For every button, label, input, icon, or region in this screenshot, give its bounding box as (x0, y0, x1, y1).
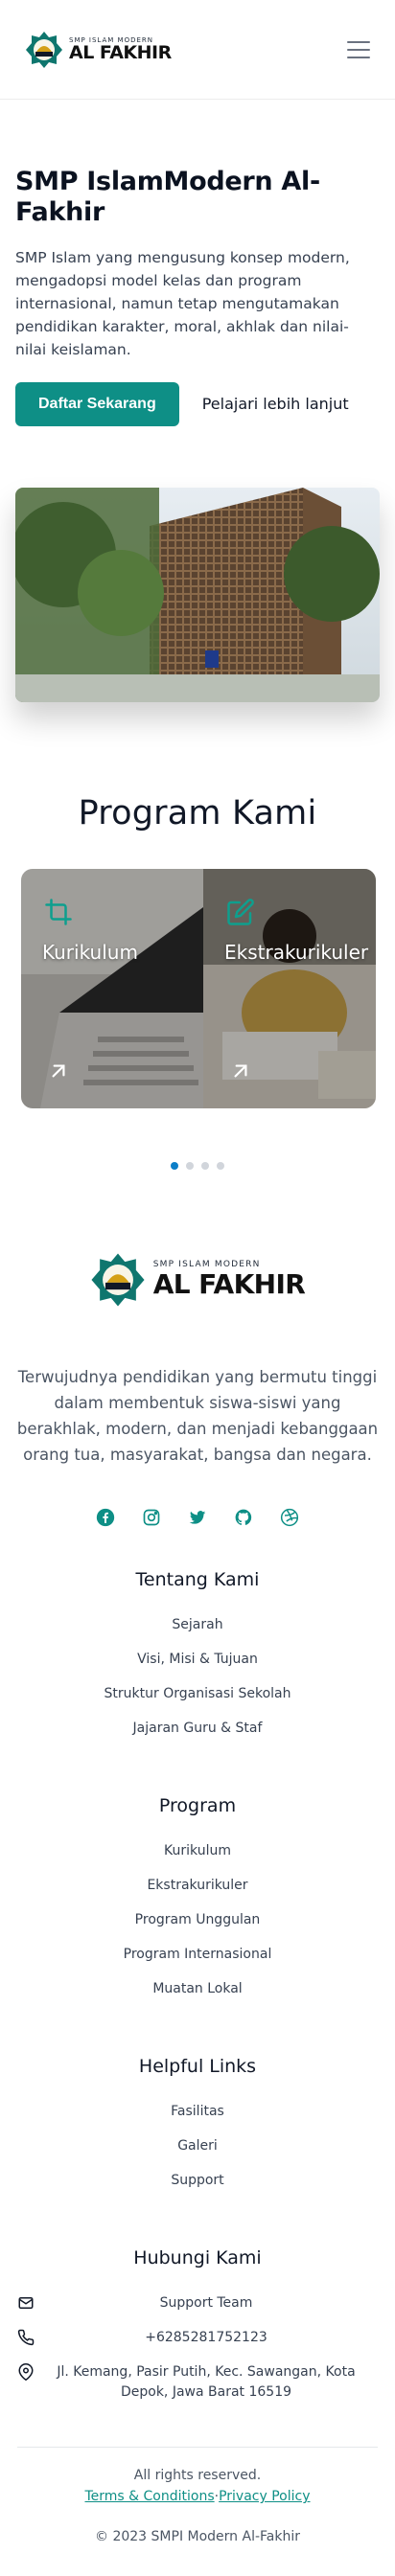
program-card-title: Kurikulum (42, 940, 138, 964)
facebook-icon[interactable] (96, 1508, 115, 1527)
twitter-icon[interactable] (188, 1508, 207, 1527)
contact-email-text: Support Team (159, 2295, 253, 2312)
contact-email[interactable]: Support Team (17, 2293, 378, 2328)
footer-logo[interactable]: SMP ISLAM MODERN AL FAKHIR (0, 1252, 395, 1308)
crop-icon (45, 899, 72, 925)
footer-link-fasilitas[interactable]: Fasilitas (0, 2102, 395, 2136)
contact-address-text: Jl. Kemang, Pasir Putih, Kec. Sawangan, … (57, 2364, 356, 2401)
contact-phone[interactable]: +6285281752123 (17, 2328, 378, 2362)
footer-link-ekstrakurikuler[interactable]: Ekstrakurikuler (0, 1876, 395, 1910)
carousel-dot[interactable] (186, 1161, 194, 1170)
footer-link-muatan-lokal[interactable]: Muatan Lokal (0, 1979, 395, 2014)
program-card-title: Ekstrakurikuler (224, 940, 369, 964)
footer-link-program-unggulan[interactable]: Program Unggulan (0, 1910, 395, 1945)
school-building-photo (15, 487, 380, 702)
mail-icon (18, 2297, 34, 2310)
footer-tagline: Terwujudnya pendidikan yang bermutu ting… (16, 1367, 379, 1464)
footer-section-title: Program (158, 1795, 237, 1817)
instagram-icon[interactable] (142, 1508, 161, 1527)
site-footer: SMP ISLAM MODERN AL FAKHIR Terwujudnya p… (0, 1170, 395, 2576)
phone-icon (17, 2330, 35, 2346)
hero-actions: Daftar Sekarang Pelajari lebih lanjut (15, 381, 380, 426)
hero-title: SMP IslamModern Al-Fakhir (15, 167, 320, 228)
map-pin-icon (18, 2363, 34, 2382)
hero-section: SMP IslamModern Al-Fakhir SMP Islam yang… (0, 100, 395, 426)
rights-text: All rights reserved. (133, 2468, 262, 2484)
carousel-dot[interactable] (171, 1161, 178, 1170)
menu-line (347, 40, 370, 43)
program-card-kurikulum[interactable]: Kurikulum (21, 868, 203, 1108)
hero-description: SMP Islam yang mengusung konsep modern, … (15, 248, 350, 358)
carousel-dot[interactable] (217, 1161, 224, 1170)
school-emblem-icon (26, 31, 62, 68)
footer-link-sejarah[interactable]: Sejarah (0, 1615, 395, 1650)
github-icon[interactable] (234, 1508, 253, 1527)
footer-link-struktur-organisasi[interactable]: Struktur Organisasi Sekolah (0, 1684, 395, 1719)
site-header: SMP ISLAM MODERN AL FAKHIR (0, 0, 395, 100)
footer-section-title: Tentang Kami (135, 1569, 260, 1591)
arrow-up-right-icon[interactable] (228, 1059, 253, 1083)
school-emblem-icon (91, 1253, 145, 1307)
logo-title: AL FAKHIR (69, 41, 172, 63)
dribbble-icon[interactable] (280, 1508, 299, 1527)
contact-phone-text: +6285281752123 (145, 2330, 267, 2346)
footer-link-program-internasional[interactable]: Program Internasional (0, 1945, 395, 1979)
footer-section-title: Helpful Links (138, 2056, 257, 2078)
footer-about-section: Tentang Kami Sejarah Visi, Misi & Tujuan… (0, 1569, 395, 1753)
menu-line (347, 56, 370, 58)
footer-link-kurikulum[interactable]: Kurikulum (0, 1841, 395, 1876)
footer-link-guru-staf[interactable]: Jajaran Guru & Staf (0, 1719, 395, 1753)
site-logo[interactable]: SMP ISLAM MODERN AL FAKHIR (25, 31, 172, 69)
menu-line (347, 48, 370, 51)
contact-address: Jl. Kemang, Pasir Putih, Kec. Sawangan, … (17, 2362, 378, 2400)
footer-logo-title: AL FAKHIR (152, 1267, 306, 1300)
footer-contact-section: Hubungi Kami Support Team +6285281752123… (0, 2247, 395, 2400)
footer-program-section: Program Kurikulum Ekstrakurikuler Progra… (0, 1795, 395, 2014)
footer-link-support[interactable]: Support (0, 2171, 395, 2205)
register-button[interactable]: Daftar Sekarang (15, 381, 179, 426)
programs-section: Program Kami Kurikulum Ekstrakurikuler (0, 702, 395, 1170)
learn-more-link[interactable]: Pelajari lebih lanjut (202, 395, 349, 413)
copyright-text: © 2023 SMPI Modern Al-Fakhir (95, 2529, 300, 2545)
privacy-link[interactable]: Privacy Policy (219, 2489, 310, 2504)
footer-link-galeri[interactable]: Galeri (0, 2136, 395, 2171)
hamburger-menu-icon[interactable] (347, 40, 370, 58)
footer-helpful-links-section: Helpful Links Fasilitas Galeri Support (0, 2056, 395, 2205)
hero-school-building-image (15, 487, 380, 702)
carousel-pagination (0, 1161, 395, 1170)
social-links (0, 1508, 395, 1527)
footer-section-title: Hubungi Kami (133, 2247, 262, 2269)
legal-links: Terms & Conditions·Privacy Policy (0, 2486, 395, 2507)
programs-heading: Program Kami (78, 793, 317, 832)
footer-link-visi-misi[interactable]: Visi, Misi & Tujuan (0, 1650, 395, 1684)
footer-bottom: All rights reserved. Terms & Conditions·… (0, 2448, 395, 2576)
edit-icon (227, 898, 254, 925)
carousel-dot[interactable] (201, 1161, 209, 1170)
programs-carousel[interactable]: Kurikulum Ekstrakurikuler (0, 868, 395, 1108)
arrow-up-right-icon[interactable] (46, 1059, 71, 1083)
terms-link[interactable]: Terms & Conditions (84, 2489, 214, 2504)
program-card-ekstrakurikuler[interactable]: Ekstrakurikuler (203, 868, 376, 1108)
